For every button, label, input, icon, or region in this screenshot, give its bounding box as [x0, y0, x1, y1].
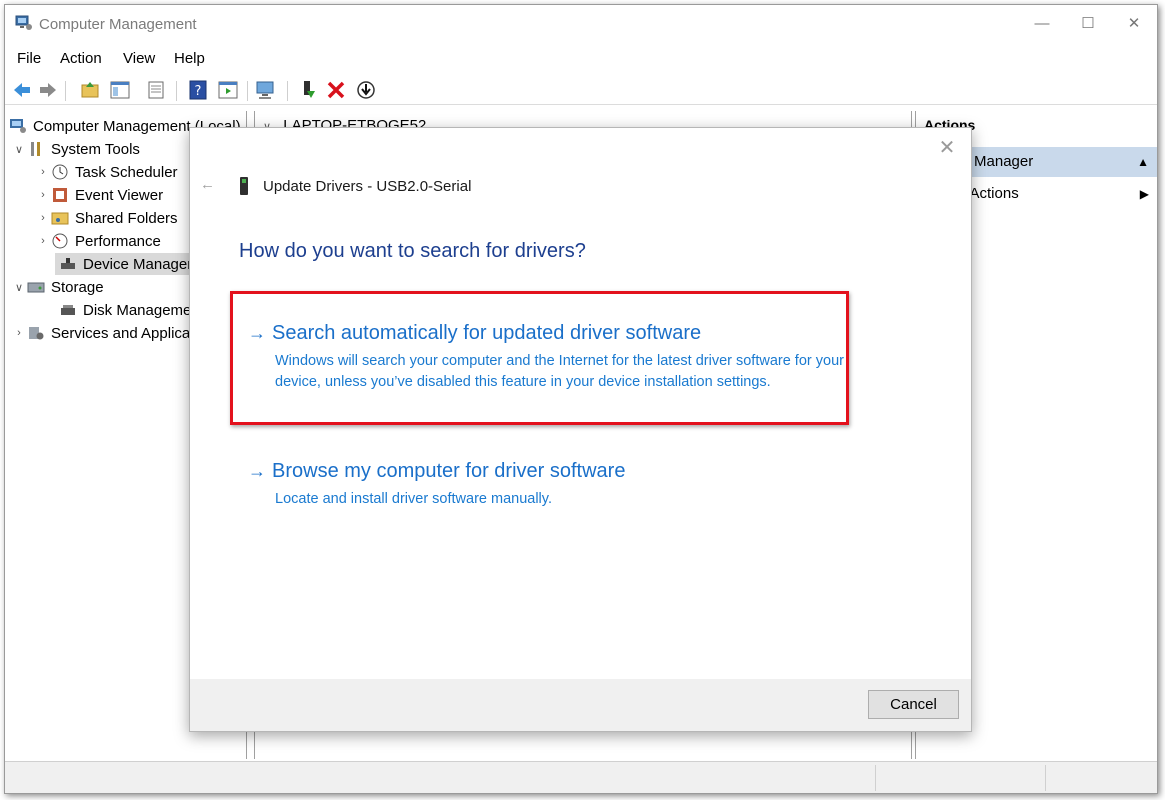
option-title[interactable]: Search automatically for updated driver … [272, 322, 701, 345]
toolbar: ? [5, 75, 1157, 105]
chevron-right-icon[interactable]: › [35, 212, 51, 224]
option-description: Locate and install driver software manua… [275, 491, 552, 507]
disk-management-icon [61, 305, 75, 315]
chevron-right-icon[interactable]: › [35, 235, 51, 247]
chevron-right-icon[interactable]: › [11, 327, 27, 339]
chevron-down-icon[interactable]: ∨ [11, 143, 27, 156]
show-hide-console-tree-icon[interactable] [109, 79, 131, 101]
submenu-triangle-icon: ▶ [1139, 187, 1149, 201]
computer-management-icon [10, 119, 26, 133]
tree-label: Performance [75, 232, 161, 250]
event-viewer-icon [53, 188, 67, 202]
menu-view[interactable]: View [123, 50, 155, 67]
uninstall-device-icon[interactable] [325, 79, 347, 101]
close-icon[interactable]: ✕ [935, 136, 959, 160]
update-driver-icon[interactable] [297, 79, 319, 101]
tree-item-system-tools[interactable]: ∨ System Tools [11, 138, 140, 160]
option-description: Windows will search your computer and th… [275, 353, 844, 390]
minimize-button[interactable]: — [1019, 5, 1065, 43]
clock-icon [52, 164, 68, 180]
dialog-footer: Cancel [190, 679, 971, 731]
arrow-right-icon: → [248, 461, 266, 481]
menu-action[interactable]: Action [60, 50, 102, 67]
cancel-button[interactable]: Cancel [868, 690, 959, 719]
computer-management-icon [15, 15, 32, 30]
title-bar: Computer Management — ☐ ✕ [5, 5, 1157, 43]
chevron-right-icon[interactable]: › [35, 189, 51, 201]
update-drivers-dialog: ✕ ← Update Drivers - USB2.0-Serial How d… [189, 127, 972, 732]
collapse-triangle-icon[interactable]: ▲ [1137, 147, 1149, 177]
tree-item-task-scheduler[interactable]: › Task Scheduler [35, 161, 178, 183]
help-icon[interactable]: ? [187, 79, 209, 101]
browse-computer-option[interactable]: → Browse my computer for driver software… [248, 460, 868, 510]
maximize-button[interactable]: ☐ [1065, 5, 1111, 43]
chevron-down-icon[interactable]: ∨ [11, 281, 27, 294]
performance-gauge-icon [52, 233, 68, 249]
tree-label: Storage [51, 278, 104, 296]
tree-label: Task Scheduler [75, 163, 178, 181]
arrow-right-icon: → [248, 323, 266, 343]
services-icon [29, 327, 44, 340]
tree-label: System Tools [51, 140, 140, 158]
search-automatically-option[interactable]: → Search automatically for updated drive… [248, 322, 868, 393]
tree-label: Event Viewer [75, 186, 164, 204]
menu-help[interactable]: Help [174, 50, 205, 67]
scan-hardware-changes-icon[interactable] [255, 79, 277, 101]
menu-file[interactable]: File [17, 50, 41, 67]
tree-label: Device Manager [83, 255, 193, 273]
storage-icon [27, 282, 45, 293]
window-title: Computer Management [39, 16, 197, 33]
disable-device-icon[interactable] [355, 79, 377, 101]
tree-label: Shared Folders [75, 209, 178, 227]
status-bar [5, 761, 1157, 793]
usb-device-icon [240, 177, 248, 195]
svg-text:?: ? [195, 84, 202, 99]
option-title[interactable]: Browse my computer for driver software [272, 460, 625, 483]
back-arrow-icon[interactable]: ← [200, 176, 215, 193]
close-window-button[interactable]: ✕ [1111, 5, 1157, 43]
tree-item-disk-management[interactable]: Disk Management [55, 299, 204, 321]
device-manager-icon [61, 258, 75, 269]
shared-folder-icon [51, 212, 69, 225]
tree-item-event-viewer[interactable]: › Event Viewer [35, 184, 163, 206]
show-hide-action-pane-icon[interactable] [217, 79, 239, 101]
tree-label: Disk Management [83, 301, 204, 319]
forward-arrow-icon[interactable] [37, 79, 59, 101]
menu-bar: File Action View Help [5, 47, 1157, 71]
up-folder-icon[interactable] [79, 79, 101, 101]
system-tools-icon [31, 142, 40, 156]
chevron-right-icon[interactable]: › [35, 166, 51, 178]
tree-item-storage[interactable]: ∨ Storage [11, 276, 104, 298]
back-arrow-icon[interactable] [11, 79, 33, 101]
tree-item-shared-folders[interactable]: › Shared Folders [35, 207, 178, 229]
dialog-question: How do you want to search for drivers? [239, 240, 586, 262]
export-list-icon[interactable] [145, 79, 167, 101]
tree-item-performance[interactable]: › Performance [35, 230, 161, 252]
dialog-title: Update Drivers - USB2.0-Serial [263, 178, 472, 195]
